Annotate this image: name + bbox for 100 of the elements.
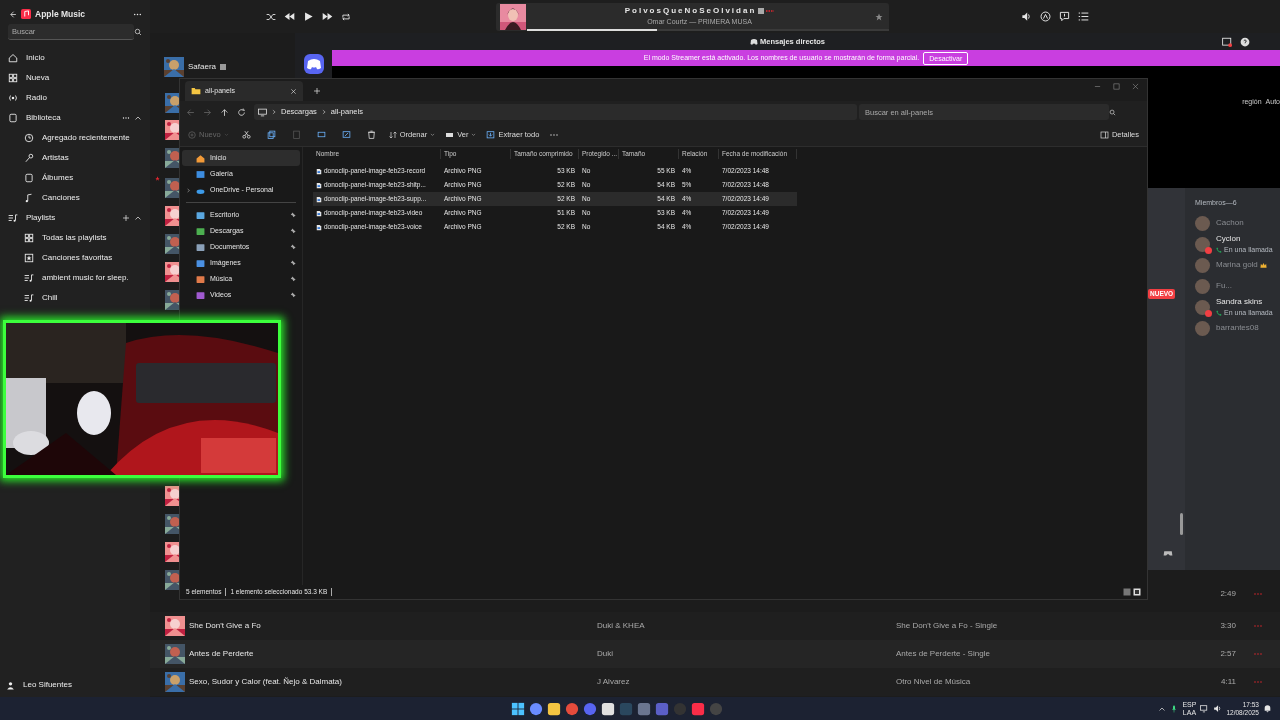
rename-icon[interactable]: [316, 130, 326, 139]
microphone-icon[interactable]: [1170, 704, 1179, 713]
section-title[interactable]: Playlists: [26, 212, 56, 224]
separator: [225, 588, 227, 596]
avatar: [1195, 257, 1210, 273]
track-artist: Duki & KHEA: [597, 621, 645, 630]
sidebar-item[interactable]: Canciones: [8, 188, 142, 208]
sidebar-item[interactable]: Artistas: [8, 148, 142, 168]
back-arrow-icon[interactable]: [8, 9, 17, 19]
chevron-up-icon[interactable]: [134, 114, 142, 122]
track-album: She Don't Give a Fo - Single: [896, 621, 998, 630]
person-icon: [6, 680, 15, 690]
playlist-icon: [8, 213, 18, 223]
inbox-icon[interactable]: [1222, 36, 1232, 47]
more-icon[interactable]: [122, 114, 130, 122]
caret-icon: [223, 132, 229, 137]
close-icon[interactable]: [1132, 83, 1139, 90]
caret-icon: [430, 132, 436, 137]
section-title[interactable]: Biblioteca: [26, 112, 61, 124]
playlist-icon: [24, 273, 34, 283]
search-icon[interactable]: [134, 28, 142, 36]
song-title: PolvosQueNoSeOlvidan: [624, 5, 757, 18]
track-row[interactable]: Antes de Perderte Duki Antes de Perderte - Single 2:57: [150, 640, 1280, 668]
sidebar-item[interactable]: Álbumes: [8, 168, 142, 188]
phone-icon: [1216, 310, 1222, 316]
plus-icon[interactable]: [122, 214, 130, 222]
folder-icon[interactable]: [547, 701, 561, 716]
grid-icon: [8, 73, 18, 83]
search-icon[interactable]: [1109, 108, 1116, 116]
play-icon[interactable]: [303, 11, 314, 22]
app-title: Apple Music: [35, 7, 86, 21]
sort-icon: [388, 130, 397, 139]
gamepad-icon[interactable]: [1163, 548, 1173, 558]
member-name: barrantes08: [1216, 322, 1259, 334]
user-item[interactable]: Leo Sifuentes: [6, 675, 72, 695]
delete-icon[interactable]: [366, 130, 376, 139]
separator: [331, 588, 333, 596]
plus-icon[interactable]: [313, 87, 321, 95]
track-duration: 4:11: [1221, 677, 1236, 686]
member-item[interactable]: Fu...: [1195, 275, 1280, 297]
repeat-icon[interactable]: [341, 11, 351, 22]
avatar: [1195, 278, 1210, 294]
lyrics-icon[interactable]: [1040, 11, 1051, 22]
music-app-icon[interactable]: [691, 701, 705, 716]
file-icon: [316, 195, 322, 203]
sidebar-item[interactable]: Agregado recientemente: [8, 128, 142, 148]
plus-circle-icon: [188, 130, 196, 139]
file-icon: [316, 167, 322, 175]
sidebar-item[interactable]: Canciones favoritas: [8, 248, 142, 268]
member-name: Fu...: [1216, 280, 1232, 292]
copy-icon[interactable]: [266, 130, 276, 139]
up-arrow-icon[interactable]: [220, 107, 229, 117]
bell-icon[interactable]: [1263, 704, 1272, 713]
extract-icon: [486, 130, 496, 139]
track-duration: 2:49: [1220, 589, 1236, 598]
file-icon: [316, 223, 322, 231]
track-duration: 2:57: [1220, 649, 1236, 658]
chat-icon[interactable]: [1059, 11, 1070, 22]
call-badge: [1205, 309, 1212, 317]
sidebar-item[interactable]: Nueva: [8, 68, 142, 88]
volume-icon[interactable]: [1213, 704, 1223, 713]
scrollbar-thumb[interactable]: [1180, 513, 1183, 535]
shuffle-icon[interactable]: [266, 11, 276, 22]
help-icon[interactable]: [1240, 36, 1250, 47]
refresh-icon[interactable]: [237, 107, 246, 117]
previous-icon[interactable]: [284, 11, 295, 22]
member-item[interactable]: barrantes08: [1195, 317, 1280, 339]
list-icon[interactable]: [1078, 11, 1089, 22]
track-title: She Don't Give a Fo: [189, 620, 261, 632]
sidebar-item[interactable]: Todas las playlists: [8, 228, 142, 248]
avatar: [1195, 215, 1210, 231]
music-note-icon: [24, 193, 34, 203]
sidebar-item[interactable]: Chill: [8, 288, 142, 308]
playlist-icon: [24, 293, 34, 303]
member-item[interactable]: Marina gold: [1195, 254, 1280, 276]
cut-icon[interactable]: [241, 130, 251, 139]
track-artist: J Alvarez: [597, 677, 630, 686]
taskbar-app-icon[interactable]: [601, 701, 615, 716]
grid-icon: [24, 233, 34, 243]
star-outline-icon[interactable]: [875, 12, 883, 21]
sidebar-item[interactable]: ambient music for sleep.: [8, 268, 142, 288]
minimize-icon[interactable]: [1094, 83, 1101, 90]
sidebar-item[interactable]: Radio: [8, 88, 142, 108]
caret-icon: [471, 132, 477, 137]
sidebar-item[interactable]: Inicio: [8, 48, 142, 68]
song-row[interactable]: Safaera: [164, 57, 294, 77]
taskbar-app-icon[interactable]: [529, 701, 543, 716]
start-icon[interactable]: [511, 701, 525, 716]
track-album: Antes de Perderte - Single: [896, 649, 990, 658]
volume-icon[interactable]: [1021, 11, 1032, 22]
network-icon[interactable]: [1200, 704, 1210, 713]
next-icon[interactable]: [322, 11, 333, 22]
favorite-star-icon: [155, 176, 160, 181]
browser-icon[interactable]: [565, 701, 579, 716]
music-app-icon: [21, 9, 31, 19]
tile-view-icon[interactable]: [1133, 588, 1141, 596]
member-item[interactable]: Cachon: [1195, 212, 1280, 234]
chevron-up-icon[interactable]: [134, 214, 142, 222]
share-icon[interactable]: [341, 130, 351, 139]
album-icon: [24, 173, 34, 183]
